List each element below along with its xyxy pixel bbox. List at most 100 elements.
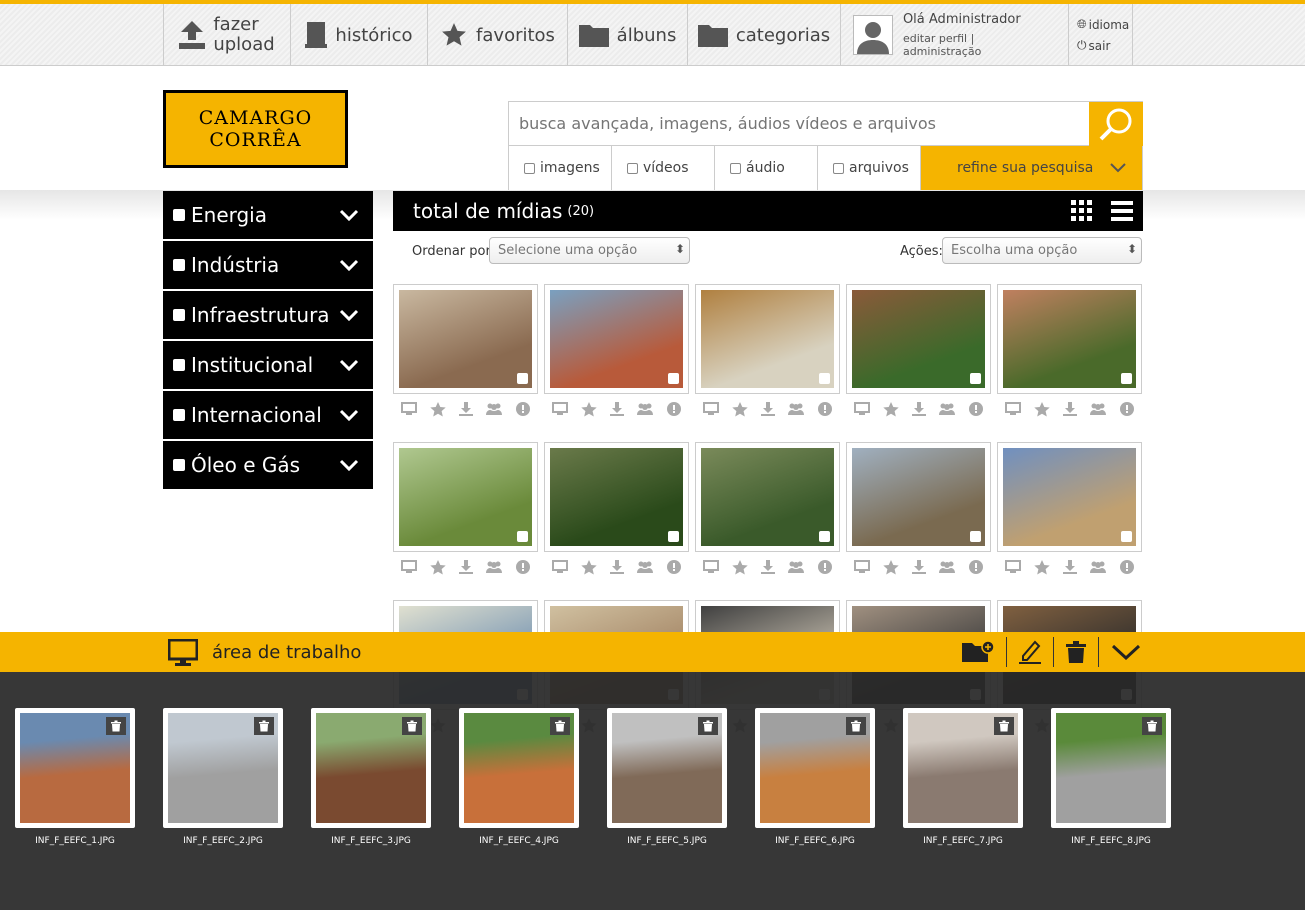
remove-button[interactable] bbox=[254, 717, 274, 735]
checkbox[interactable] bbox=[173, 409, 185, 421]
media-tile[interactable] bbox=[544, 284, 690, 416]
category-oleo-e-gas[interactable]: Óleo e Gás bbox=[163, 441, 373, 489]
workspace-thumbnail[interactable] bbox=[607, 708, 727, 828]
media-thumbnail[interactable] bbox=[544, 284, 689, 394]
download-icon[interactable] bbox=[1062, 559, 1078, 574]
select-checkbox[interactable] bbox=[517, 531, 528, 542]
download-icon[interactable] bbox=[1062, 401, 1078, 416]
remove-button[interactable] bbox=[550, 717, 570, 735]
media-tile[interactable] bbox=[695, 442, 841, 574]
star-icon[interactable] bbox=[580, 559, 597, 574]
alert-icon[interactable] bbox=[515, 401, 531, 416]
star-icon[interactable] bbox=[429, 559, 446, 574]
sort-select[interactable]: Selecione uma opção bbox=[489, 237, 690, 264]
group-icon[interactable] bbox=[486, 402, 503, 416]
group-icon[interactable] bbox=[486, 560, 503, 574]
star-icon[interactable] bbox=[1033, 401, 1050, 416]
workspace-item[interactable]: INF_F_EEFC_1.JPG bbox=[15, 708, 135, 846]
select-checkbox[interactable] bbox=[819, 373, 830, 384]
select-checkbox[interactable] bbox=[970, 373, 981, 384]
group-icon[interactable] bbox=[939, 560, 956, 574]
list-view-icon[interactable] bbox=[1111, 200, 1133, 222]
monitor-icon[interactable] bbox=[854, 401, 871, 416]
edit-profile-link[interactable]: editar perfil bbox=[903, 32, 967, 45]
group-icon[interactable] bbox=[939, 402, 956, 416]
categories-button[interactable]: categorias bbox=[688, 4, 841, 66]
download-icon[interactable] bbox=[911, 559, 927, 574]
category-infraestrutura[interactable]: Infraestrutura bbox=[163, 291, 373, 339]
workspace-item[interactable]: INF_F_EEFC_6.JPG bbox=[755, 708, 875, 846]
category-internacional[interactable]: Internacional bbox=[163, 391, 373, 439]
company-logo[interactable]: CAMARGO CORRÊA bbox=[163, 90, 348, 168]
language-button[interactable]: 🌐︎ idioma bbox=[1077, 17, 1129, 32]
media-thumbnail[interactable] bbox=[997, 284, 1142, 394]
media-thumbnail[interactable] bbox=[846, 284, 991, 394]
download-icon[interactable] bbox=[760, 559, 776, 574]
alert-icon[interactable] bbox=[1119, 559, 1135, 574]
group-icon[interactable] bbox=[637, 402, 654, 416]
select-checkbox[interactable] bbox=[1121, 531, 1132, 542]
filter-files[interactable]: arquivos bbox=[818, 146, 921, 190]
workspace-thumbnail[interactable] bbox=[903, 708, 1023, 828]
star-icon[interactable] bbox=[882, 401, 899, 416]
checkbox[interactable] bbox=[627, 162, 638, 174]
history-button[interactable]: histórico bbox=[291, 4, 428, 66]
select-checkbox[interactable] bbox=[668, 373, 679, 384]
select-checkbox[interactable] bbox=[517, 373, 528, 384]
category-institucional[interactable]: Institucional bbox=[163, 341, 373, 389]
checkbox[interactable] bbox=[730, 162, 741, 174]
filter-videos[interactable]: vídeos bbox=[612, 146, 715, 190]
media-thumbnail[interactable] bbox=[997, 442, 1142, 552]
alert-icon[interactable] bbox=[968, 559, 984, 574]
search-button[interactable] bbox=[1089, 102, 1143, 146]
monitor-icon[interactable] bbox=[401, 559, 418, 574]
media-tile[interactable] bbox=[544, 442, 690, 574]
actions-select[interactable]: Escolha uma opção bbox=[942, 237, 1142, 264]
workspace-item[interactable]: INF_F_EEFC_8.JPG bbox=[1051, 708, 1171, 846]
remove-button[interactable] bbox=[846, 717, 866, 735]
select-checkbox[interactable] bbox=[1121, 373, 1132, 384]
group-icon[interactable] bbox=[1090, 402, 1107, 416]
media-tile[interactable] bbox=[393, 442, 539, 574]
alert-icon[interactable] bbox=[817, 401, 833, 416]
media-thumbnail[interactable] bbox=[393, 284, 538, 394]
filter-images[interactable]: imagens bbox=[509, 146, 612, 190]
media-tile[interactable] bbox=[846, 284, 992, 416]
star-icon[interactable] bbox=[731, 401, 748, 416]
alert-icon[interactable] bbox=[666, 559, 682, 574]
media-tile[interactable] bbox=[695, 284, 841, 416]
refine-search-dropdown[interactable]: refine sua pesquisa bbox=[921, 146, 1142, 190]
media-thumbnail[interactable] bbox=[695, 442, 840, 552]
workspace-thumbnail[interactable] bbox=[311, 708, 431, 828]
remove-button[interactable] bbox=[698, 717, 718, 735]
media-thumbnail[interactable] bbox=[846, 442, 991, 552]
media-tile[interactable] bbox=[393, 284, 539, 416]
monitor-icon[interactable] bbox=[854, 559, 871, 574]
monitor-icon[interactable] bbox=[1005, 559, 1022, 574]
group-icon[interactable] bbox=[1090, 560, 1107, 574]
star-icon[interactable] bbox=[882, 559, 899, 574]
select-checkbox[interactable] bbox=[970, 531, 981, 542]
group-icon[interactable] bbox=[788, 560, 805, 574]
star-icon[interactable] bbox=[429, 401, 446, 416]
media-thumbnail[interactable] bbox=[544, 442, 689, 552]
filter-audio[interactable]: áudio bbox=[715, 146, 818, 190]
workspace-item[interactable]: INF_F_EEFC_4.JPG bbox=[459, 708, 579, 846]
monitor-icon[interactable] bbox=[703, 559, 720, 574]
star-icon[interactable] bbox=[580, 401, 597, 416]
logout-button[interactable]: ⏻ sair bbox=[1077, 38, 1110, 53]
star-icon[interactable] bbox=[1033, 559, 1050, 574]
workspace-item[interactable]: INF_F_EEFC_2.JPG bbox=[163, 708, 283, 846]
albums-button[interactable]: álbuns bbox=[568, 4, 688, 66]
workspace-thumbnail[interactable] bbox=[755, 708, 875, 828]
admin-link[interactable]: administração bbox=[903, 45, 981, 58]
checkbox[interactable] bbox=[173, 459, 185, 471]
workspace-thumbnail[interactable] bbox=[15, 708, 135, 828]
alert-icon[interactable] bbox=[968, 401, 984, 416]
collapse-workspace-button[interactable] bbox=[1098, 637, 1153, 667]
download-icon[interactable] bbox=[458, 401, 474, 416]
workspace-item[interactable]: INF_F_EEFC_5.JPG bbox=[607, 708, 727, 846]
delete-button[interactable] bbox=[1053, 637, 1098, 667]
checkbox[interactable] bbox=[173, 309, 185, 321]
checkbox[interactable] bbox=[173, 259, 185, 271]
